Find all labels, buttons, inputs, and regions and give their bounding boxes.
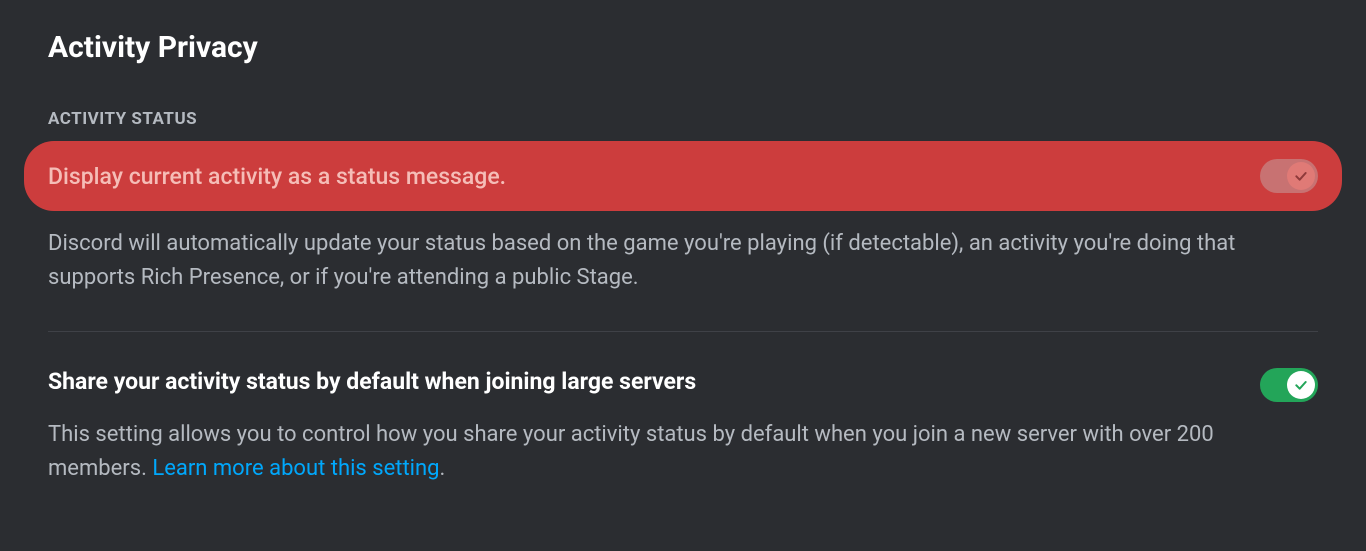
- check-icon: [1293, 168, 1309, 184]
- setting-title-display-activity: Display current activity as a status mes…: [48, 163, 506, 190]
- learn-more-link[interactable]: Learn more about this setting: [152, 456, 439, 481]
- toggle-knob: [1287, 371, 1315, 399]
- setting-row-share-large-servers: Share your activity status by default wh…: [48, 368, 1318, 402]
- page-title: Activity Privacy: [48, 30, 1318, 65]
- setting-title-share-large-servers: Share your activity status by default wh…: [48, 368, 696, 395]
- desc-text-post: .: [440, 456, 446, 481]
- section-header-activity-status: ACTIVITY STATUS: [48, 109, 1318, 129]
- toggle-share-large-servers[interactable]: [1260, 368, 1318, 402]
- toggle-knob: [1287, 162, 1315, 190]
- check-icon: [1293, 377, 1309, 393]
- setting-row-display-activity: Display current activity as a status mes…: [24, 141, 1342, 211]
- divider: [48, 331, 1318, 332]
- setting-description-share-large-servers: This setting allows you to control how y…: [48, 418, 1318, 486]
- setting-description-display-activity: Discord will automatically update your s…: [48, 227, 1318, 295]
- toggle-display-activity[interactable]: [1260, 159, 1318, 193]
